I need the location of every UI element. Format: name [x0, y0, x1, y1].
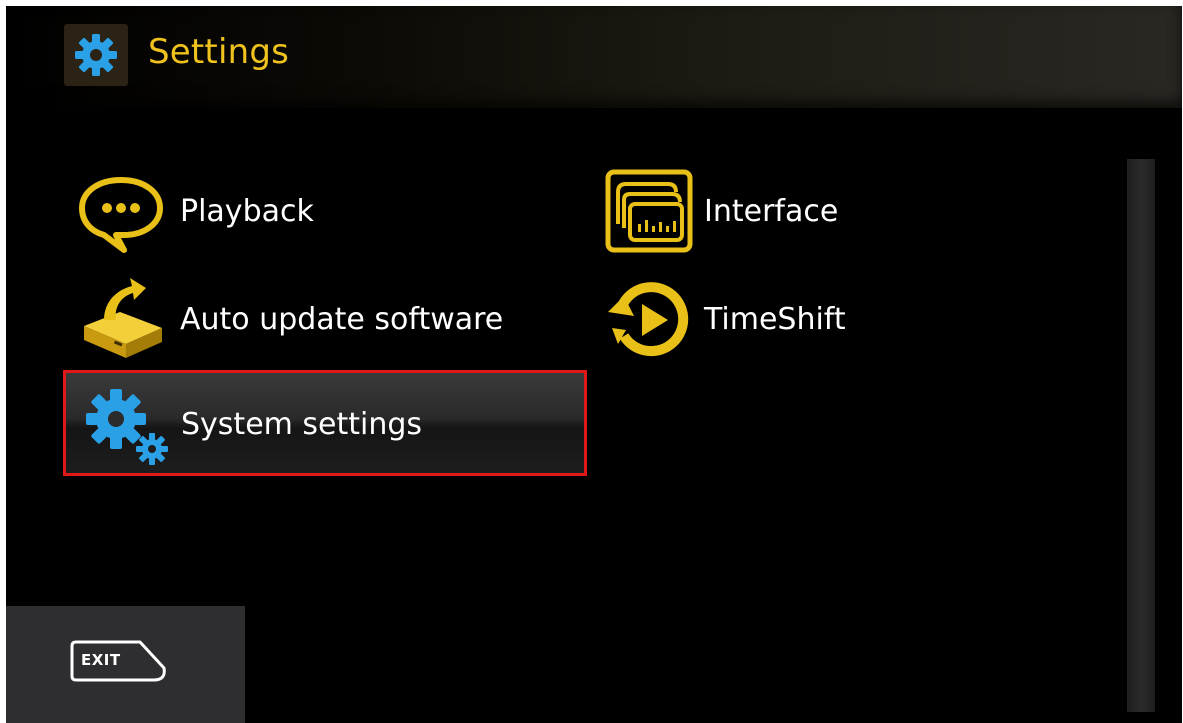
- menu-item-label: Playback: [180, 194, 314, 229]
- exit-button[interactable]: EXIT: [68, 638, 168, 684]
- page-title: Settings: [148, 32, 290, 72]
- menu-item-label: Interface: [704, 194, 839, 229]
- timeshift-icon: [608, 282, 689, 357]
- footer-panel: EXIT: [6, 606, 245, 723]
- speech-bubble-icon: [79, 177, 163, 253]
- menu-item-label: System settings: [181, 407, 423, 442]
- menu-item-timeshift[interactable]: TimeShift: [602, 272, 1002, 372]
- settings-screen: Settings Playback Interface Auto update …: [6, 6, 1182, 723]
- screen-icon: [605, 169, 693, 253]
- gear-icon: [75, 34, 117, 76]
- header-bar: Settings: [6, 6, 1182, 108]
- exit-label: EXIT: [81, 651, 121, 669]
- gears-icon: [86, 389, 168, 465]
- menu-item-auto-update-software[interactable]: Auto update software: [74, 272, 574, 372]
- menu-item-interface[interactable]: Interface: [602, 164, 1002, 264]
- menu-item-label: TimeShift: [704, 302, 846, 337]
- menu-item-playback[interactable]: Playback: [74, 164, 574, 264]
- update-box-icon: [84, 278, 162, 358]
- header-icon-box: [64, 24, 128, 86]
- menu-item-system-settings[interactable]: System settings: [63, 370, 587, 476]
- menu-item-label: Auto update software: [180, 302, 504, 337]
- scrollbar[interactable]: [1127, 159, 1155, 712]
